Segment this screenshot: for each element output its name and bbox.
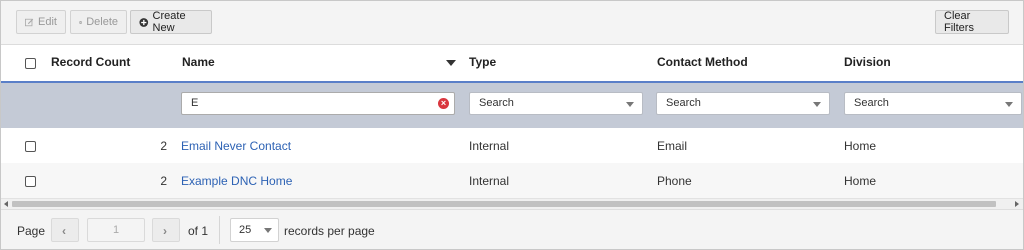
sort-descending-icon[interactable]	[446, 60, 456, 66]
edit-button[interactable]: Edit	[16, 10, 66, 34]
type-filter-select[interactable]: Search	[469, 92, 643, 115]
scrollbar-thumb[interactable]	[12, 201, 996, 207]
delete-button[interactable]: Delete	[70, 10, 127, 34]
row-checkbox[interactable]	[25, 141, 36, 152]
filter-row: E × Search Search Search	[1, 83, 1023, 128]
clear-input-icon[interactable]: ×	[438, 98, 449, 109]
horizontal-scrollbar[interactable]	[1, 198, 1023, 209]
division-cell: Home	[844, 139, 877, 153]
type-cell: Internal	[469, 139, 510, 153]
column-header-name[interactable]: Name	[182, 55, 215, 69]
name-filter-value: E	[191, 97, 199, 109]
page-count-label: of 1	[188, 224, 209, 238]
chevron-down-icon	[813, 102, 821, 107]
row-checkbox[interactable]	[25, 176, 36, 187]
edit-button-label: Edit	[38, 16, 57, 28]
edit-icon	[25, 18, 34, 26]
name-filter-input[interactable]: E ×	[181, 92, 455, 115]
scroll-left-icon[interactable]	[4, 201, 8, 207]
type-cell: Internal	[469, 174, 510, 188]
scroll-right-icon[interactable]	[1015, 201, 1019, 207]
create-new-button[interactable]: Create New	[130, 10, 212, 34]
division-cell: Home	[844, 174, 877, 188]
previous-page-button[interactable]: ‹	[51, 218, 79, 242]
column-header-type[interactable]: Type	[469, 55, 496, 69]
type-filter-placeholder: Search	[479, 97, 514, 109]
chevron-right-icon: ›	[163, 224, 167, 238]
contact-method-cell: Phone	[657, 174, 692, 188]
table-row[interactable]: 2 Email Never Contact Internal Email Hom…	[1, 128, 1023, 163]
chevron-down-icon	[626, 102, 634, 107]
next-page-button[interactable]: ›	[152, 218, 180, 242]
page-label: Page	[17, 224, 46, 238]
contact-method-filter-placeholder: Search	[666, 97, 701, 109]
toolbar: Edit Delete Create New Clear Filters	[1, 1, 1023, 45]
contact-method-cell: Email	[657, 139, 688, 153]
record-count-cell: 2	[160, 139, 167, 153]
division-filter-select[interactable]: Search	[844, 92, 1022, 115]
record-count-cell: 2	[160, 174, 167, 188]
chevron-down-icon	[264, 228, 272, 233]
table-row[interactable]: 2 Example DNC Home Internal Phone Home	[1, 163, 1023, 198]
division-filter-placeholder: Search	[854, 97, 889, 109]
table-header: Record Count Name Type Contact Method Di…	[1, 45, 1023, 83]
column-header-record-count[interactable]: Record Count	[51, 55, 130, 69]
name-link[interactable]: Example DNC Home	[181, 174, 292, 188]
column-header-contact-method[interactable]: Contact Method	[657, 55, 748, 69]
chevron-left-icon: ‹	[62, 224, 66, 238]
page-size-select[interactable]: 25	[230, 218, 279, 242]
clear-filters-button[interactable]: Clear Filters	[935, 10, 1009, 34]
delete-button-label: Delete	[86, 16, 118, 28]
page-size-value: 25	[239, 224, 252, 236]
grid-panel: Edit Delete Create New Clear Filters Rec…	[0, 0, 1024, 250]
create-new-button-label: Create New	[152, 10, 186, 34]
plus-circle-icon	[139, 17, 149, 27]
select-all-checkbox[interactable]	[25, 58, 36, 69]
column-header-division[interactable]: Division	[844, 55, 891, 69]
page-number-input[interactable]: 1	[87, 218, 145, 242]
clear-filters-label: Clear Filters	[944, 10, 974, 34]
chevron-down-icon	[1005, 102, 1013, 107]
divider	[219, 216, 220, 244]
contact-method-filter-select[interactable]: Search	[656, 92, 830, 115]
minus-circle-icon	[79, 20, 83, 24]
name-link[interactable]: Email Never Contact	[181, 139, 291, 153]
pagination-bar: Page ‹ 1 › of 1 25 records per page	[1, 209, 1023, 249]
records-per-page-label: records per page	[284, 224, 375, 238]
